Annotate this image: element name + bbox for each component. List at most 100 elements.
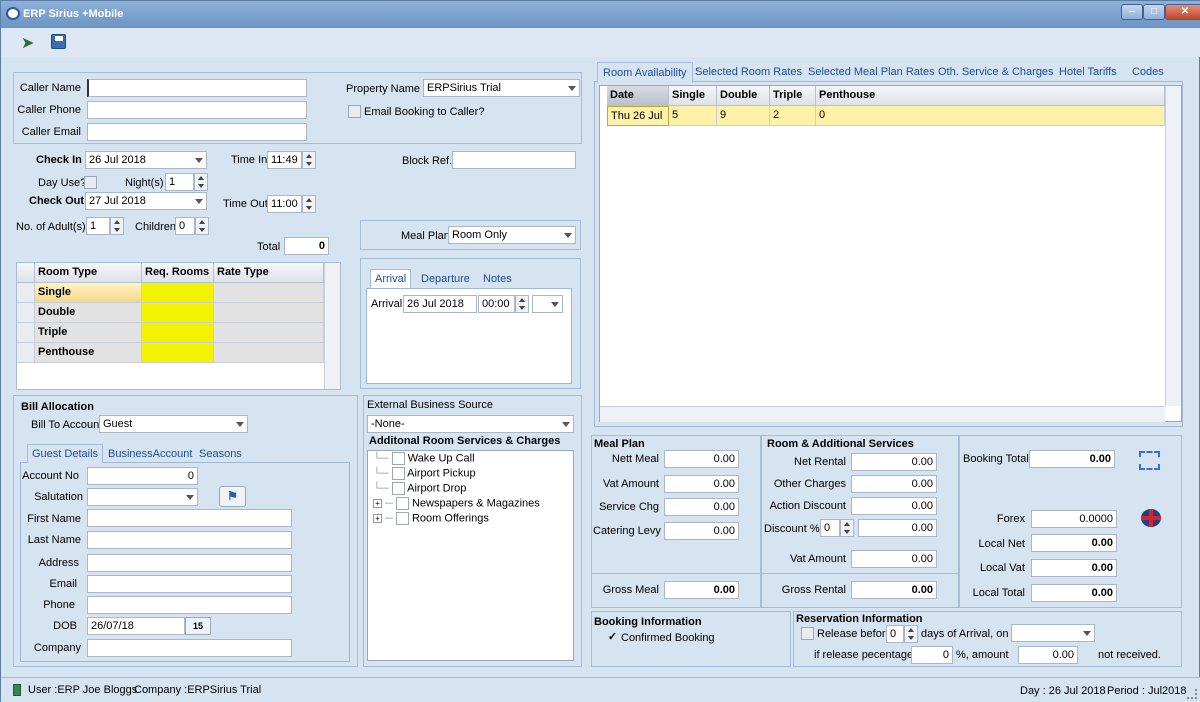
children-input[interactable]: 0 — [175, 217, 195, 235]
caller-email-input[interactable] — [87, 123, 307, 141]
expand-icon[interactable]: + — [373, 499, 382, 509]
avail-cell-triple[interactable]: 2 — [770, 106, 816, 126]
nights-input[interactable]: 1 — [165, 173, 194, 191]
tab-codes[interactable]: Codes — [1132, 66, 1164, 78]
nights-spinner[interactable] — [194, 173, 208, 191]
req-rooms-cell[interactable] — [142, 303, 214, 323]
availability-v-scrollbar[interactable] — [1165, 86, 1181, 406]
rate-type-cell[interactable] — [214, 323, 324, 343]
release-amount-input[interactable]: 0.00 — [1018, 646, 1078, 664]
guest-search-icon[interactable]: ⚑ — [219, 486, 246, 507]
checkin-date-select[interactable]: 26 Jul 2018 — [85, 151, 207, 169]
caller-phone-input[interactable] — [87, 101, 307, 119]
tab-selected-meal-plan-rates[interactable]: Selected Meal Plan Rates — [808, 66, 935, 78]
discount-pct-input[interactable]: 0 — [820, 519, 840, 537]
time-in-spinner[interactable] — [302, 151, 316, 169]
release-days-spinner[interactable] — [904, 625, 918, 643]
time-out-spinner[interactable] — [302, 195, 316, 213]
tab-arrival[interactable]: Arrival — [370, 269, 412, 288]
service-item[interactable]: └─ Wake Up Call — [373, 452, 475, 465]
room-services-divider — [761, 573, 959, 574]
close-button[interactable]: ✕ — [1165, 4, 1200, 20]
release-days-input[interactable]: 0 — [886, 625, 904, 643]
dob-input[interactable]: 26/07/18 — [87, 617, 185, 635]
expand-icon[interactable]: + — [373, 514, 382, 524]
confirmed-booking-checkbox[interactable]: ✓ — [606, 632, 619, 645]
room-type-cell[interactable]: Penthouse — [35, 343, 142, 363]
service-item[interactable]: + ─ Room Offerings — [373, 512, 489, 525]
guest-phone-input[interactable] — [87, 596, 292, 614]
property-name-select[interactable]: ERPSirius Trial — [423, 79, 580, 97]
arrival-date-input[interactable]: 26 Jul 2018 — [403, 295, 477, 313]
avail-cell-single[interactable]: 5 — [669, 106, 717, 126]
release-before-checkbox[interactable] — [801, 627, 814, 640]
rate-type-cell[interactable] — [214, 343, 324, 363]
discount-pct-spinner[interactable] — [840, 519, 854, 537]
req-rooms-cell[interactable] — [142, 343, 214, 363]
req-rooms-cell[interactable] — [142, 283, 214, 303]
availability-h-scrollbar[interactable] — [600, 406, 1165, 422]
business-source-select[interactable]: -None- — [367, 415, 574, 433]
currency-select-icon[interactable] — [1139, 451, 1160, 470]
time-out-input[interactable]: 11:00 — [267, 195, 302, 213]
service-checkbox[interactable] — [391, 482, 405, 495]
rate-type-cell[interactable] — [214, 283, 324, 303]
tab-other-service-charges[interactable]: Oth. Service & Charges — [938, 66, 1054, 78]
rate-type-cell[interactable] — [214, 303, 324, 323]
day-use-checkbox[interactable] — [84, 176, 97, 189]
release-date-select[interactable] — [1011, 624, 1095, 642]
adults-spinner[interactable] — [110, 217, 124, 235]
checkout-date-select[interactable]: 27 Jul 2018 — [85, 192, 207, 210]
service-checkbox[interactable] — [391, 467, 405, 480]
tab-notes[interactable]: Notes — [483, 273, 512, 285]
minimize-button[interactable]: – — [1121, 4, 1143, 20]
tab-business-account[interactable]: BusinessAccount — [108, 448, 192, 460]
service-item[interactable]: └─ Airport Drop — [373, 482, 466, 495]
confirmed-booking-label: Confirmed Booking — [621, 632, 715, 644]
adults-input[interactable]: 1 — [86, 217, 110, 235]
select-cursor-icon[interactable]: ➤ — [21, 33, 34, 53]
room-type-cell[interactable]: Double — [35, 303, 142, 323]
first-name-input[interactable] — [87, 509, 292, 527]
avail-cell-date[interactable]: Thu 26 Jul — [607, 106, 669, 126]
maximize-button[interactable]: □ — [1143, 4, 1165, 20]
last-name-input[interactable] — [87, 531, 292, 549]
arrival-extra-select[interactable] — [532, 295, 563, 313]
email-booking-checkbox[interactable] — [348, 105, 361, 118]
service-checkbox[interactable] — [391, 452, 405, 465]
meal-plan-select[interactable]: Room Only — [448, 226, 576, 244]
service-item[interactable]: └─ Airport Pickup — [373, 467, 476, 480]
children-spinner[interactable] — [195, 217, 209, 235]
tab-seasons[interactable]: Seasons — [199, 448, 242, 460]
service-checkbox[interactable] — [395, 497, 409, 510]
company-input[interactable] — [87, 639, 292, 657]
tab-departure[interactable]: Departure — [421, 273, 470, 285]
uk-flag-icon[interactable] — [1141, 509, 1161, 527]
tab-guest-details[interactable]: Guest Details — [27, 444, 104, 463]
block-ref-input[interactable] — [452, 151, 576, 169]
room-grid-scrollbar[interactable] — [324, 263, 340, 389]
address-input[interactable] — [87, 554, 292, 572]
room-type-cell[interactable]: Single — [35, 283, 142, 303]
calendar-icon[interactable]: 15 — [185, 617, 211, 635]
resize-grip-icon[interactable] — [1187, 689, 1197, 699]
avail-cell-penthouse[interactable]: 0 — [816, 106, 1165, 126]
account-no-input[interactable]: 0 — [87, 467, 198, 485]
salutation-select[interactable] — [87, 488, 198, 506]
guest-email-input[interactable] — [87, 575, 292, 593]
release-pct-input[interactable]: 0 — [911, 646, 953, 664]
time-in-input[interactable]: 11:49 — [267, 151, 302, 169]
avail-cell-double[interactable]: 9 — [717, 106, 770, 126]
caller-name-input[interactable] — [87, 79, 307, 97]
tab-room-availability[interactable]: Room Availability — [597, 62, 693, 83]
bill-to-select[interactable]: Guest — [99, 415, 248, 433]
tab-selected-room-rates[interactable]: Selected Room Rates — [695, 66, 802, 78]
req-rooms-cell[interactable] — [142, 323, 214, 343]
tab-hotel-tariffs[interactable]: Hotel Tariffs — [1059, 66, 1117, 78]
room-type-cell[interactable]: Triple — [35, 323, 142, 343]
save-icon[interactable] — [51, 34, 66, 49]
service-checkbox[interactable] — [395, 512, 409, 525]
arrival-time-input[interactable]: 00:00 — [478, 295, 515, 313]
service-item[interactable]: + ─ Newspapers & Magazines — [373, 497, 540, 510]
arrival-time-spinner[interactable] — [515, 295, 529, 313]
